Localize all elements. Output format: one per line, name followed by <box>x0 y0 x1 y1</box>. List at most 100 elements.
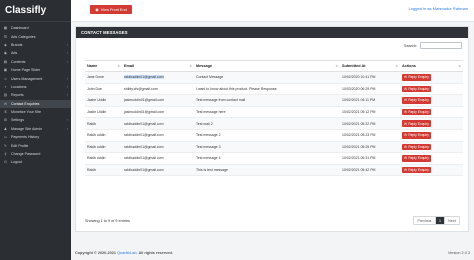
cell-email: rakibuddin01@gmail.com <box>122 129 194 142</box>
cell-message: Test message 3 <box>194 141 340 154</box>
sidebar-item-contents[interactable]: ▤ Contents ‹ <box>0 58 71 66</box>
cell-actions: ✉ Reply Enquiry <box>400 71 463 84</box>
cell-actions: ✉ Reply Enquiry <box>400 94 463 107</box>
column-header-actions[interactable]: Actions ⇅ <box>400 60 463 72</box>
reply-enquiry-button[interactable]: ✉ Reply Enquiry <box>402 166 431 174</box>
table-body: Jane Done rakibuddin01@gmail.com Contact M… <box>85 71 463 177</box>
reply-enquiry-label: Reply Enquiry <box>408 75 429 80</box>
sidebar-item-label: Monetize Your Site <box>11 110 41 115</box>
reply-enquiry-button[interactable]: ✉ Reply Enquiry <box>402 131 431 139</box>
reply-enquiry-button[interactable]: ✉ Reply Enquiry <box>402 74 431 81</box>
reply-enquiry-label: Reply Enquiry <box>408 144 429 149</box>
topbar: ◉ View Front End Logged in as Mahmudur R… <box>71 0 474 22</box>
next-page-button[interactable]: Next <box>444 217 459 224</box>
chevron-left-icon: ‹ <box>66 126 68 131</box>
eye-icon: ◉ <box>95 7 99 12</box>
sidebar-item-logout[interactable]: ⏻ Logout <box>0 158 71 166</box>
chevron-left-icon: ‹ <box>66 51 68 56</box>
sidebar-item-payments-history[interactable]: ▭ Payments History <box>0 133 71 141</box>
chevron-left-icon: ‹ <box>66 76 68 81</box>
cell-actions: ✉ Reply Enquiry <box>400 129 463 142</box>
cell-email: rakibuddin01@gmail.com <box>122 152 194 165</box>
column-header-message[interactable]: Message ⇅ <box>194 60 340 72</box>
view-front-end-label: View Front End <box>100 7 127 12</box>
sidebar-item-label: Change Password <box>11 152 41 157</box>
cell-name: Jane Done <box>85 71 122 84</box>
sidebar-item-reports[interactable]: ▥ Reports ‹ <box>0 91 71 99</box>
sidebar-item-change-password[interactable]: ⚷ Change Password <box>0 150 71 158</box>
table-row: Rakib rakibuddin01@gmail.com Test mail 2 10… <box>85 117 463 130</box>
sidebar-item-label: Manage Site Admin <box>11 126 43 131</box>
sidebar-item-label: Contact Enquiries <box>11 101 40 106</box>
sidebar-item-label: Users Management <box>11 76 43 81</box>
sidebar-item-ads-categories[interactable]: ☰ Ads Categories <box>0 32 71 40</box>
cell-submitted-at: 10/02/2021 05:22 PM <box>340 117 400 130</box>
brand-logo[interactable]: Classifly <box>0 0 71 22</box>
sidebar-item-settings[interactable]: ⚙ Settings ‹ <box>0 116 71 124</box>
sidebar-item-dashboard[interactable]: ▦ Dashboard <box>0 24 71 32</box>
reply-enquiry-button[interactable]: ✉ Reply Enquiry <box>402 143 431 151</box>
column-header-email[interactable]: Email ⇅ <box>122 60 194 72</box>
sidebar-item-label: Logout <box>11 160 22 165</box>
column-header-name[interactable]: Name ⇅ <box>85 60 122 72</box>
reply-enquiry-button[interactable]: ✉ Reply Enquiry <box>402 120 431 127</box>
sidebar-item-label: Settings <box>11 118 24 123</box>
sidebar-item-edit-profile[interactable]: ✎ Edit Profile <box>0 141 71 149</box>
tag-icon: ◈ <box>4 42 7 47</box>
cell-email: rakibuddin01@gmail.com <box>122 71 194 84</box>
chevron-left-icon: ‹ <box>66 118 68 123</box>
sidebar-item-ads[interactable]: ◉ Ads ‹ <box>0 49 71 57</box>
company-link[interactable]: QuantikLab <box>117 251 136 255</box>
logout-icon: ⏻ <box>4 160 7 165</box>
table-row: Jasim Uddin jasimuddin01@gmail.com Test me… <box>85 106 463 119</box>
reply-enquiry-button[interactable]: ✉ Reply Enquiry <box>402 108 431 116</box>
gear-icon: ⚙ <box>3 118 8 123</box>
reply-enquiry-button[interactable]: ✉ Reply Enquiry <box>402 155 431 162</box>
sidebar-item-monetize-your-site[interactable]: $ Monetize Your Site <box>0 108 71 116</box>
sort-icon: ⇅ <box>458 64 461 68</box>
envelope-icon: ✉ <box>404 75 407 80</box>
logged-in-user-link[interactable]: Logged in as Mahmudur Rahman <box>409 6 468 11</box>
previous-page-button[interactable]: Previous <box>414 217 436 224</box>
cell-name: Jasim Uddin <box>85 106 122 119</box>
file-icon: ▤ <box>3 59 8 64</box>
sidebar-item-label: Home Page Slider <box>11 68 41 73</box>
sidebar-item-label: Contents <box>11 59 26 64</box>
sidebar-item-contact-enquiries[interactable]: ✉ Contact Enquiries <box>0 99 71 108</box>
pagination: Previous 1 Next <box>413 216 460 225</box>
cell-email: jasimuddin01@gmail.com <box>122 106 194 119</box>
table-row: Jasim Uddin jasimuddin01@gmail.com Test me… <box>85 94 463 107</box>
cell-actions: ✉ Reply Enquiry <box>400 141 463 154</box>
search-input[interactable] <box>420 42 462 49</box>
cell-name: Rakib uddin <box>85 129 122 142</box>
sidebar-item-brands[interactable]: ◈ Brands ‹ <box>0 41 71 49</box>
reply-enquiry-label: Reply Enquiry <box>408 110 429 115</box>
sidebar-item-label: Locations <box>11 84 27 89</box>
sidebar-item-label: Payments History <box>11 135 40 140</box>
column-header-submitted-at[interactable]: Submitted At ⇅ <box>340 60 400 72</box>
cell-submitted-at: 10/02/2021 04:11 PM <box>340 94 400 107</box>
copyright: Copyright © 2020-2021 QuantikLab. All ri… <box>75 250 173 255</box>
reply-enquiry-button[interactable]: ✉ Reply Enquiry <box>402 85 431 93</box>
reply-enquiry-button[interactable]: ✉ Reply Enquiry <box>402 97 431 104</box>
table-row: Jane Done rakibuddin01@gmail.com Contact M… <box>85 71 463 84</box>
cell-name: Rakib <box>85 117 122 130</box>
sidebar-item-home-page-slider[interactable]: ▣ Home Page Slider <box>0 66 71 74</box>
list-icon: ☰ <box>3 34 8 39</box>
sidebar: Classifly ▦ Dashboard ☰ Ads Categories ◈ Bran… <box>0 0 71 260</box>
sidebar-item-users-management[interactable]: ☺ Users Management ‹ <box>0 74 71 82</box>
sort-icon: ⇅ <box>395 64 398 68</box>
sidebar-item-manage-site-admin[interactable]: ♟ Manage Site Admin ‹ <box>0 125 71 133</box>
current-page-button[interactable]: 1 <box>436 217 444 224</box>
sidebar-item-locations[interactable]: ⌖ Locations ‹ <box>0 83 71 91</box>
envelope-icon: ✉ <box>404 156 407 161</box>
cell-email: rakibuddin01@gmail.com <box>122 117 194 130</box>
envelope-icon: ✉ <box>3 101 7 106</box>
map-pin-icon: ⌖ <box>4 84 7 89</box>
footer: Copyright © 2020-2021 QuantikLab. All ri… <box>71 245 474 260</box>
view-front-end-button[interactable]: ◉ View Front End <box>90 5 132 14</box>
dashboard-icon: ▦ <box>3 26 8 31</box>
sidebar-item-label: Ads Categories <box>11 34 36 39</box>
reply-enquiry-label: Reply Enquiry <box>408 168 429 173</box>
contact-messages-card: CONTACT MESSAGES Search: Name ⇅ Email ⇅ Me… <box>75 26 469 232</box>
